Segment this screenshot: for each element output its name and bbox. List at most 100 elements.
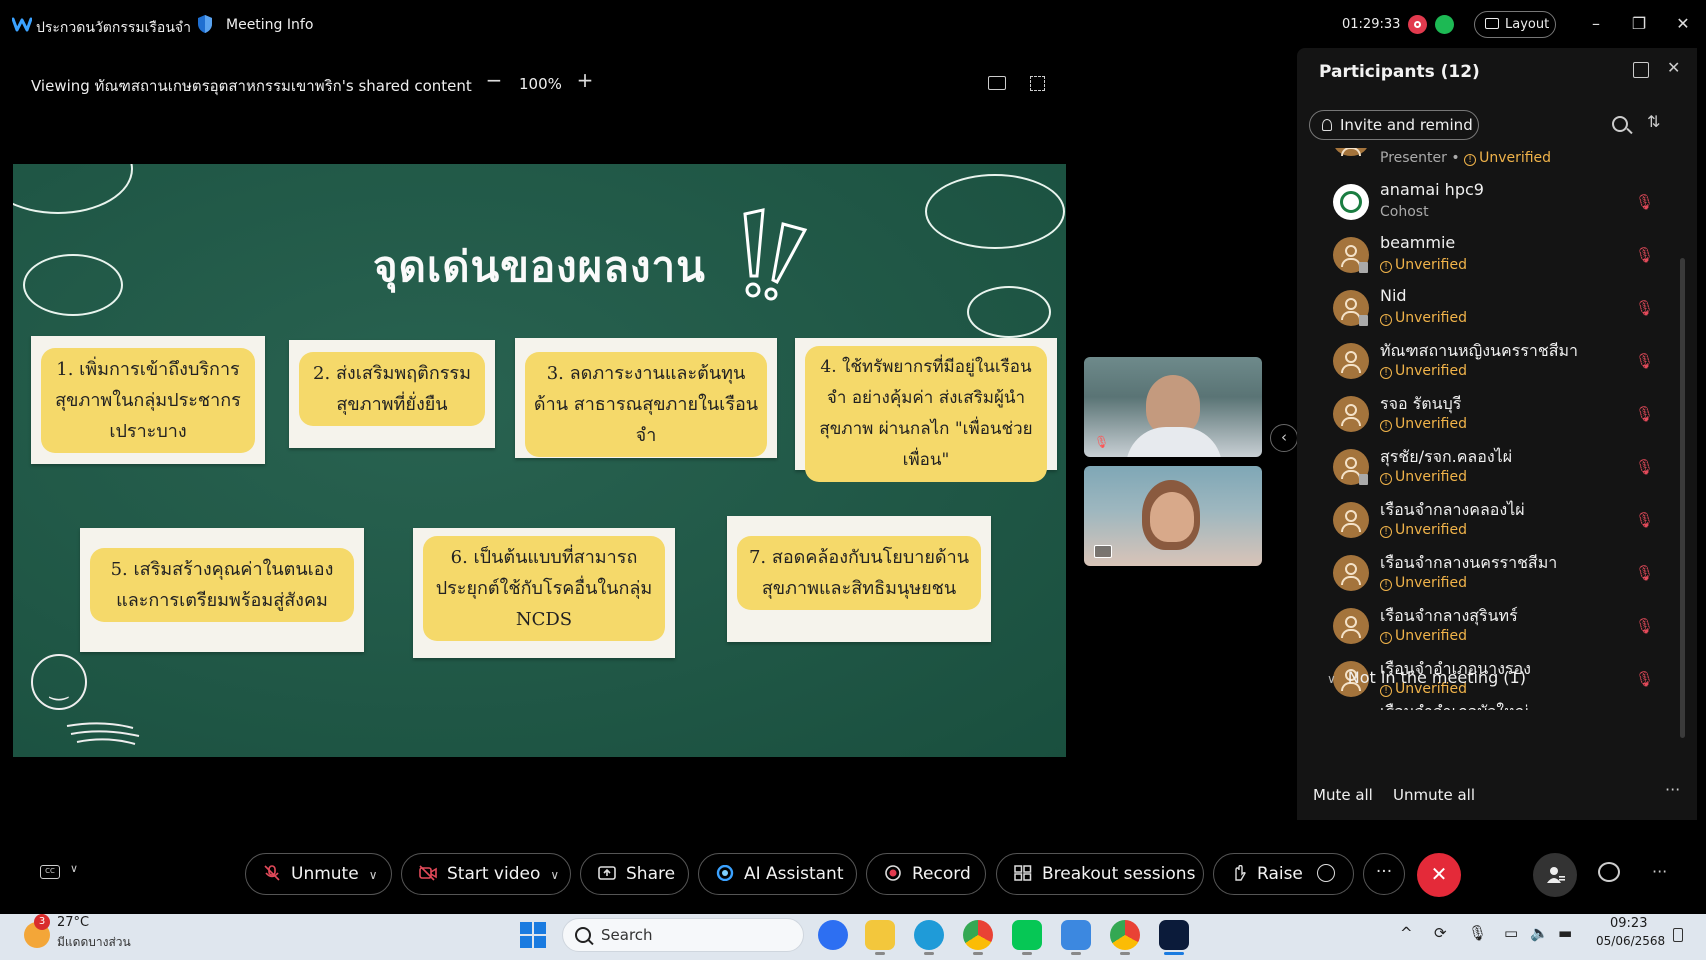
zoom-level[interactable]: 100% (519, 75, 562, 93)
participant-video-2[interactable] (1084, 466, 1262, 566)
battery-icon[interactable]: ▬ (1558, 924, 1572, 942)
weather-description[interactable]: มีแดดบางส่วน (57, 933, 131, 952)
raise-label: Raise (1257, 864, 1303, 884)
recording-indicator-icon[interactable] (1408, 15, 1427, 34)
screen-view-icon[interactable] (988, 76, 1006, 90)
muted-mic-icon[interactable]: 🎙 (1635, 617, 1654, 635)
reactions-icon[interactable] (1316, 864, 1335, 882)
sort-icon[interactable]: ⇅ (1647, 112, 1660, 131)
edge-icon[interactable] (914, 920, 944, 950)
muted-mic-icon[interactable]: 🎙 (1635, 670, 1654, 688)
zoom-out-button[interactable]: − (483, 70, 505, 92)
warning-icon: ! (1380, 261, 1392, 273)
ai-assistant-button[interactable]: AI Assistant (698, 853, 857, 895)
scribble-decoration (66, 722, 140, 745)
leave-meeting-button[interactable]: ✕ (1417, 853, 1461, 897)
clock-time[interactable]: 09:23 (1610, 916, 1647, 931)
cloud-decoration (967, 286, 1051, 338)
participant-name[interactable]: เรือนจำอำเภอบัวใหญ่ (1380, 700, 1528, 710)
fullscreen-icon[interactable] (1030, 76, 1045, 91)
network-icon[interactable]: ▭ (1504, 924, 1518, 942)
share-button[interactable]: Share (580, 853, 689, 895)
participant-row[interactable]: เรือนจำกลางสุรินทร์ ! Unverified 🎙 (1297, 601, 1677, 654)
participant-status: ! Unverified (1380, 310, 1467, 326)
zoom-app-icon[interactable] (818, 920, 848, 950)
photos-app-icon[interactable] (1061, 920, 1091, 950)
smiley-icon (31, 654, 87, 710)
avatar (1333, 148, 1369, 156)
captions-icon[interactable]: CC (40, 865, 60, 879)
meeting-timer: 01:29:33 (1342, 17, 1401, 32)
breakout-sessions-button[interactable]: Breakout sessions (996, 853, 1204, 895)
participant-role: Cohost (1380, 204, 1429, 220)
start-video-button[interactable]: Start video ∨ (401, 853, 571, 895)
clock-date[interactable]: 05/06/2568 (1596, 934, 1665, 948)
participant-row[interactable]: สุรชัย/รจก.คลองไผ่ ! Unverified 🎙 (1297, 442, 1677, 495)
record-button[interactable]: Record (866, 853, 986, 895)
more-options-icon[interactable]: ··· (1665, 780, 1680, 799)
meeting-info-link[interactable]: Meeting Info (226, 17, 313, 33)
file-explorer-icon[interactable] (865, 920, 895, 950)
chrome-icon[interactable] (963, 920, 993, 950)
shield-icon[interactable] (196, 14, 214, 34)
windows-start-icon[interactable] (520, 922, 546, 948)
muted-mic-icon[interactable]: 🎙 (1635, 193, 1654, 211)
participants-scrollbar[interactable] (1680, 258, 1685, 738)
participant-video-1[interactable]: 🎙 (1084, 357, 1262, 457)
device-icon (1359, 262, 1368, 273)
minimize-icon[interactable]: – (1585, 14, 1607, 36)
muted-mic-icon[interactable]: 🎙 (1635, 564, 1654, 582)
chevron-left-icon[interactable]: ‹ (1270, 424, 1298, 452)
chevron-down-icon[interactable]: ∨ (70, 862, 78, 875)
mic-muted-tray-icon[interactable]: 🎙 (1468, 924, 1487, 942)
connection-status-icon[interactable] (1435, 15, 1454, 34)
participant-row[interactable]: เรือนจำกลางคลองไผ่ ! Unverified 🎙 (1297, 495, 1677, 548)
popout-icon[interactable] (1633, 62, 1649, 78)
raise-hand-button[interactable]: Raise (1213, 853, 1354, 895)
highlight-text-4: 4. ใช้ทรัพยากรที่มีอยู่ในเรือนจำ อย่างคุ… (805, 346, 1047, 482)
chevron-up-icon[interactable]: ^ (1400, 924, 1413, 942)
chevron-down-icon[interactable]: ∨ (550, 868, 559, 882)
muted-mic-icon[interactable]: 🎙 (1635, 511, 1654, 529)
zoom-in-button[interactable]: + (574, 70, 596, 92)
muted-mic-icon[interactable]: 🎙 (1635, 405, 1654, 423)
participant-row[interactable]: ทัณฑสถานหญิงนครราชสีมา ! Unverified 🎙 (1297, 336, 1677, 389)
highlight-card-2: 2. ส่งเสริมพฤติกรรม สุขภาพที่ยั่งยืน (289, 340, 495, 448)
more-options-icon[interactable]: ··· (1363, 853, 1405, 895)
close-window-icon[interactable]: ✕ (1672, 14, 1694, 36)
more-options-icon[interactable]: ··· (1652, 862, 1667, 881)
participant-name: เรือนจำกลางคลองไผ่ (1380, 500, 1525, 519)
participant-row[interactable]: เรือนจำกลางนครราชสีมา ! Unverified 🎙 (1297, 548, 1677, 601)
muted-mic-icon[interactable]: 🎙 (1635, 352, 1654, 370)
notification-icon[interactable] (1673, 928, 1683, 942)
participant-row[interactable]: beammie ! Unverified 🎙 (1297, 230, 1677, 283)
taskbar-search[interactable]: Search (562, 918, 804, 952)
webex-app-icon[interactable] (1159, 920, 1189, 950)
participant-row[interactable]: Nid ! Unverified 🎙 (1297, 283, 1677, 336)
invite-remind-button[interactable]: Invite and remind (1309, 110, 1479, 140)
close-panel-icon[interactable]: ✕ (1667, 58, 1680, 77)
muted-mic-icon[interactable]: 🎙 (1635, 299, 1654, 317)
sync-icon[interactable]: ⟳ (1434, 924, 1447, 942)
unmute-button[interactable]: Unmute ∨ (245, 853, 392, 895)
muted-mic-icon[interactable]: 🎙 (1635, 246, 1654, 264)
chevron-down-icon[interactable]: ∨ (369, 868, 378, 882)
participant-row[interactable]: รจอ รัตนบุรี ! Unverified 🎙 (1297, 389, 1677, 442)
mute-all-button[interactable]: Mute all (1313, 786, 1373, 804)
volume-icon[interactable]: 🔈 (1530, 924, 1549, 942)
line-app-icon[interactable] (1012, 920, 1042, 950)
restore-icon[interactable]: ❐ (1628, 14, 1650, 36)
participants-button[interactable] (1533, 853, 1577, 897)
unmute-all-button[interactable]: Unmute all (1393, 786, 1475, 804)
search-icon[interactable] (1612, 116, 1628, 132)
chrome-profile-icon[interactable] (1110, 920, 1140, 950)
participant-status: ! Unverified (1380, 628, 1467, 644)
participant-row[interactable]: anamai hpc9 Cohost 🎙 (1297, 177, 1677, 230)
muted-mic-icon[interactable]: 🎙 (1635, 458, 1654, 476)
weather-temperature[interactable]: 27°C (57, 915, 89, 930)
chat-icon[interactable] (1598, 862, 1620, 882)
layout-button[interactable]: Layout (1474, 11, 1556, 38)
warning-icon: ! (1380, 632, 1392, 644)
not-in-meeting-toggle[interactable]: ∨ Not in the meeting (1) (1327, 668, 1526, 687)
participant-row-presenter[interactable]: Presenter • ! Unverified (1297, 148, 1677, 179)
